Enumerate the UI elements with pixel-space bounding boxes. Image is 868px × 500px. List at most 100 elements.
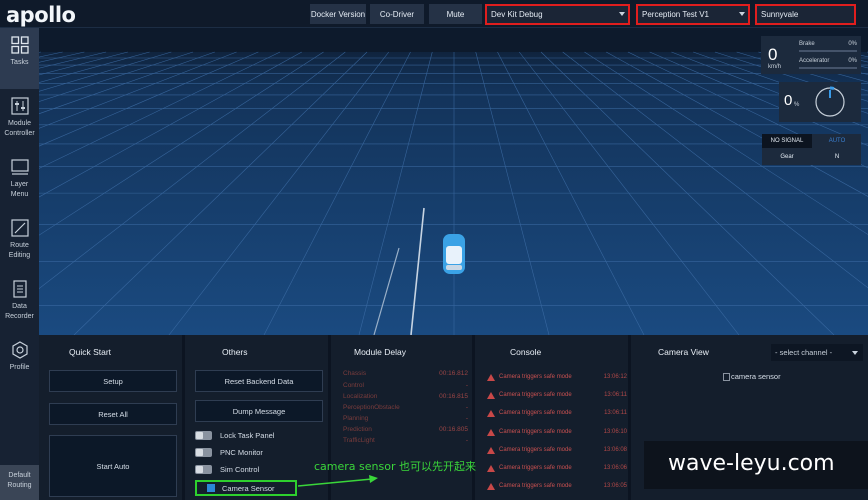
toggle-switch[interactable] (195, 447, 212, 457)
signal-indicator: NO SIGNAL (762, 134, 812, 148)
sidebar-item-layer-menu[interactable]: Layer Menu (0, 150, 39, 211)
console-message: Camera triggers safe mode (499, 483, 572, 489)
sidebar-item-label: Layer (10, 181, 29, 188)
console-message: Camera triggers safe mode (499, 429, 572, 435)
delay-module-name: TrafficLight (343, 437, 375, 444)
delay-value: - (465, 404, 468, 411)
default-routing-label: Routing (7, 482, 32, 489)
sidebar-item-label: Profile (9, 364, 30, 371)
console-time: 13:06:11 (604, 410, 627, 416)
sidebar: Tasks Module Controller Layer Menu Route Ed… (0, 28, 39, 500)
console-row: Camera triggers safe mode 13:06:05 (487, 481, 627, 491)
speed-panel: 0 km/h Brake 0% Accelerator 0% (761, 36, 861, 74)
toggle-label: Camera Sensor (222, 483, 275, 493)
delay-module-name: Chassis (343, 370, 367, 377)
mode-select[interactable]: Dev Kit Debug (485, 4, 630, 25)
steering-unit: % (794, 102, 800, 108)
sidebar-item-tasks[interactable]: Tasks (0, 28, 39, 89)
layer-icon (10, 158, 29, 176)
delay-row: Control - (343, 382, 468, 392)
chevron-down-icon (852, 351, 858, 355)
toggle-label: Sim Control (220, 464, 260, 474)
gear-value: N (834, 154, 840, 160)
steering-panel: 0 % (779, 82, 861, 122)
reset-all-button[interactable]: Reset All (49, 403, 177, 425)
toggle-label: Lock Task Panel (220, 430, 275, 440)
console-row: Camera triggers safe mode 13:06:11 (487, 408, 627, 418)
steering-wheel-icon (815, 86, 845, 117)
top-bar: apollo Docker Version Co-Driver Mute Dev… (0, 0, 868, 28)
sidebar-item-data-recorder[interactable]: Data Recorder (0, 272, 39, 333)
warning-icon (487, 446, 495, 454)
sim-control-toggle[interactable]: Sim Control (195, 463, 259, 475)
scene-view[interactable]: 0 km/h Brake 0% Accelerator 0% 0 % NO SI… (39, 28, 868, 335)
brake-label: Brake (799, 41, 815, 47)
speed-unit: km/h (768, 64, 782, 70)
co-driver-button[interactable]: Co-Driver (370, 4, 424, 24)
warning-icon (487, 409, 495, 417)
warning-icon (487, 373, 495, 381)
delay-row: TrafficLight - (343, 437, 468, 447)
warning-icon (487, 482, 495, 490)
delay-module-name: Planning (343, 415, 369, 422)
pnc-monitor-toggle[interactable]: PNC Monitor (195, 446, 263, 458)
sidebar-item-label: Data (12, 303, 27, 310)
lock-task-panel-toggle[interactable]: Lock Task Panel (195, 429, 274, 441)
vehicle-select[interactable]: Perception Test V1 (636, 4, 750, 25)
annotation-arrow-icon (297, 475, 378, 487)
ego-vehicle (443, 234, 465, 274)
console-time: 13:06:10 (603, 429, 627, 435)
toggle-switch[interactable] (195, 464, 212, 474)
console-message: Camera triggers safe mode (499, 410, 572, 416)
delay-value: - (465, 437, 468, 444)
default-routing-button[interactable]: Default Routing (0, 465, 39, 500)
setup-button[interactable]: Setup (49, 370, 177, 392)
delay-value: 00:16.812 (439, 370, 468, 377)
module-delay-title: Module Delay (354, 347, 406, 357)
reset-backend-button[interactable]: Reset Backend Data (195, 370, 323, 392)
start-auto-button[interactable]: Start Auto (49, 435, 177, 497)
warning-icon (487, 428, 495, 436)
profile-icon (11, 341, 29, 359)
accelerator-bar (799, 67, 857, 69)
toggle-switch[interactable] (195, 430, 212, 440)
drive-mode-indicator: AUTO (813, 134, 861, 148)
console-message: Camera triggers safe mode (499, 465, 572, 471)
sidebar-item-profile[interactable]: Profile (0, 333, 39, 394)
warning-icon (487, 464, 495, 472)
camera-sensor-toggle[interactable]: Camera Sensor (195, 480, 297, 496)
map-select[interactable]: Sunnyvale (755, 4, 856, 25)
map-select-value: Sunnyvale (761, 10, 799, 19)
delay-module-name: Prediction (343, 426, 372, 433)
channel-select-placeholder: - select channel - (775, 348, 833, 357)
sliders-icon (10, 97, 29, 115)
console-row: Camera triggers safe mode 13:06:10 (487, 427, 627, 437)
docker-version-button[interactable]: Docker Version (310, 4, 366, 24)
vehicle-select-value: Perception Test V1 (642, 10, 710, 19)
sidebar-item-label: Editing (8, 252, 31, 259)
delay-value: 00:16.815 (439, 393, 468, 400)
delay-module-name: Control (343, 382, 364, 389)
console-message: Camera triggers safe mode (499, 374, 572, 380)
delay-module-name: PerceptionObstacle (343, 404, 400, 411)
delay-row: PerceptionObstacle - (343, 404, 468, 414)
quick-start-panel: Quick Start Setup Reset All Start Auto (39, 335, 182, 500)
sidebar-item-route-editing[interactable]: Route Editing (0, 211, 39, 272)
console-time: 13:06:05 (603, 483, 627, 489)
sidebar-item-module-controller[interactable]: Module Controller (0, 89, 39, 150)
mute-button[interactable]: Mute (429, 4, 482, 24)
channel-select[interactable]: - select channel - (771, 344, 863, 361)
console-row: Camera triggers safe mode 13:06:08 (487, 445, 627, 455)
chevron-down-icon (739, 12, 745, 16)
toggle-switch[interactable] (207, 484, 215, 492)
apollo-logo: apollo (6, 3, 76, 27)
watermark-text: wave-leyu.com (668, 451, 835, 476)
delay-row: Planning - (343, 415, 468, 425)
console-time: 13:06:11 (604, 392, 627, 398)
console-message: Camera triggers safe mode (499, 392, 572, 398)
camera-image: camera sensor (723, 372, 781, 381)
steering-value: 0 (784, 92, 793, 109)
toggle-label: PNC Monitor (220, 447, 263, 457)
dump-message-button[interactable]: Dump Message (195, 400, 323, 422)
scene-canvas (39, 28, 868, 335)
